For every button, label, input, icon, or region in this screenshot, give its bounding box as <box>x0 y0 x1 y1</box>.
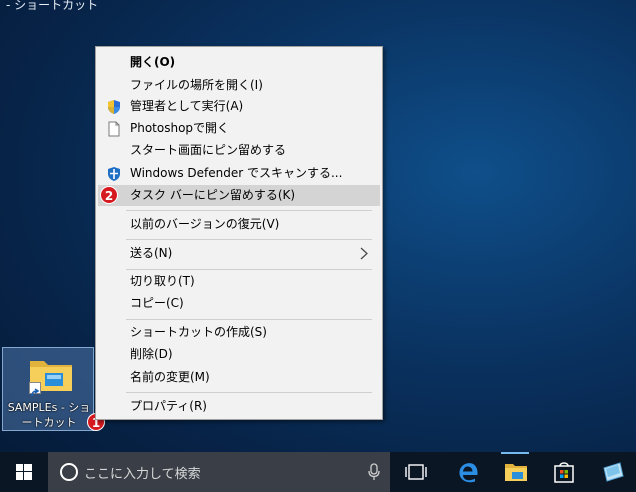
cortana-icon[interactable] <box>60 463 78 481</box>
file-explorer-icon[interactable] <box>503 460 529 484</box>
mail-icon[interactable] <box>600 460 626 484</box>
menu-item-defender-scan[interactable]: Windows Defender でスキャンする... <box>98 163 380 184</box>
menu-separator <box>126 392 372 393</box>
defender-shield-icon <box>108 167 120 181</box>
chevron-right-icon <box>360 247 368 260</box>
menu-item-run-as-admin[interactable]: 管理者として実行(A) <box>98 96 380 117</box>
menu-item-create-shortcut[interactable]: ショートカットの作成(S) <box>98 322 380 343</box>
menu-item-cut[interactable]: 切り取り(T) <box>98 271 380 292</box>
menu-item-restore-previous-versions[interactable]: 以前のバージョンの復元(V) <box>98 214 380 235</box>
taskbar: ここに入力して検索 <box>0 452 636 492</box>
step-badge-2: 2 <box>100 186 118 204</box>
menu-separator <box>126 210 372 211</box>
menu-item-properties[interactable]: プロパティ(R) <box>98 396 380 417</box>
menu-item-pin-to-taskbar[interactable]: 2 タスク バーにピン留めする(K) <box>98 185 380 206</box>
document-icon <box>108 121 120 137</box>
menu-item-rename[interactable]: 名前の変更(M) <box>98 367 380 388</box>
desktop-shortcut-samples[interactable]: SAMPLEs - ショートカット <box>2 347 94 431</box>
menu-item-copy[interactable]: コピー(C) <box>98 293 380 314</box>
windows-start-icon[interactable] <box>0 452 48 492</box>
menu-separator <box>126 269 372 270</box>
microphone-icon[interactable] <box>368 463 380 481</box>
uac-shield-icon <box>108 100 120 114</box>
store-icon[interactable] <box>551 460 577 484</box>
menu-item-open-photoshop[interactable]: Photoshopで開く <box>98 118 380 139</box>
search-placeholder: ここに入力して検索 <box>84 467 201 482</box>
shortcut-arrow-icon <box>29 382 41 397</box>
menu-item-send-to[interactable]: 送る(N) <box>98 243 380 264</box>
taskbar-search-box[interactable]: ここに入力して検索 <box>48 452 390 492</box>
taskbar-active-indicator <box>501 452 529 454</box>
context-menu: 開く(O) ファイルの場所を開く(I) 管理者として実行(A) Photosho… <box>95 46 383 420</box>
menu-item-open[interactable]: 開く(O) <box>98 52 380 73</box>
menu-item-delete[interactable]: 削除(D) <box>98 344 380 365</box>
desktop-icon-label-partial: - ショートカット <box>6 0 99 12</box>
edge-icon[interactable] <box>455 460 481 484</box>
task-view-icon[interactable] <box>403 460 429 484</box>
menu-separator <box>126 319 372 320</box>
desktop-shortcut-label: SAMPLEs - ショートカット <box>7 401 91 429</box>
menu-separator <box>126 239 372 240</box>
menu-item-open-file-location[interactable]: ファイルの場所を開く(I) <box>98 75 380 96</box>
menu-item-pin-to-start[interactable]: スタート画面にピン留めする <box>98 140 380 161</box>
